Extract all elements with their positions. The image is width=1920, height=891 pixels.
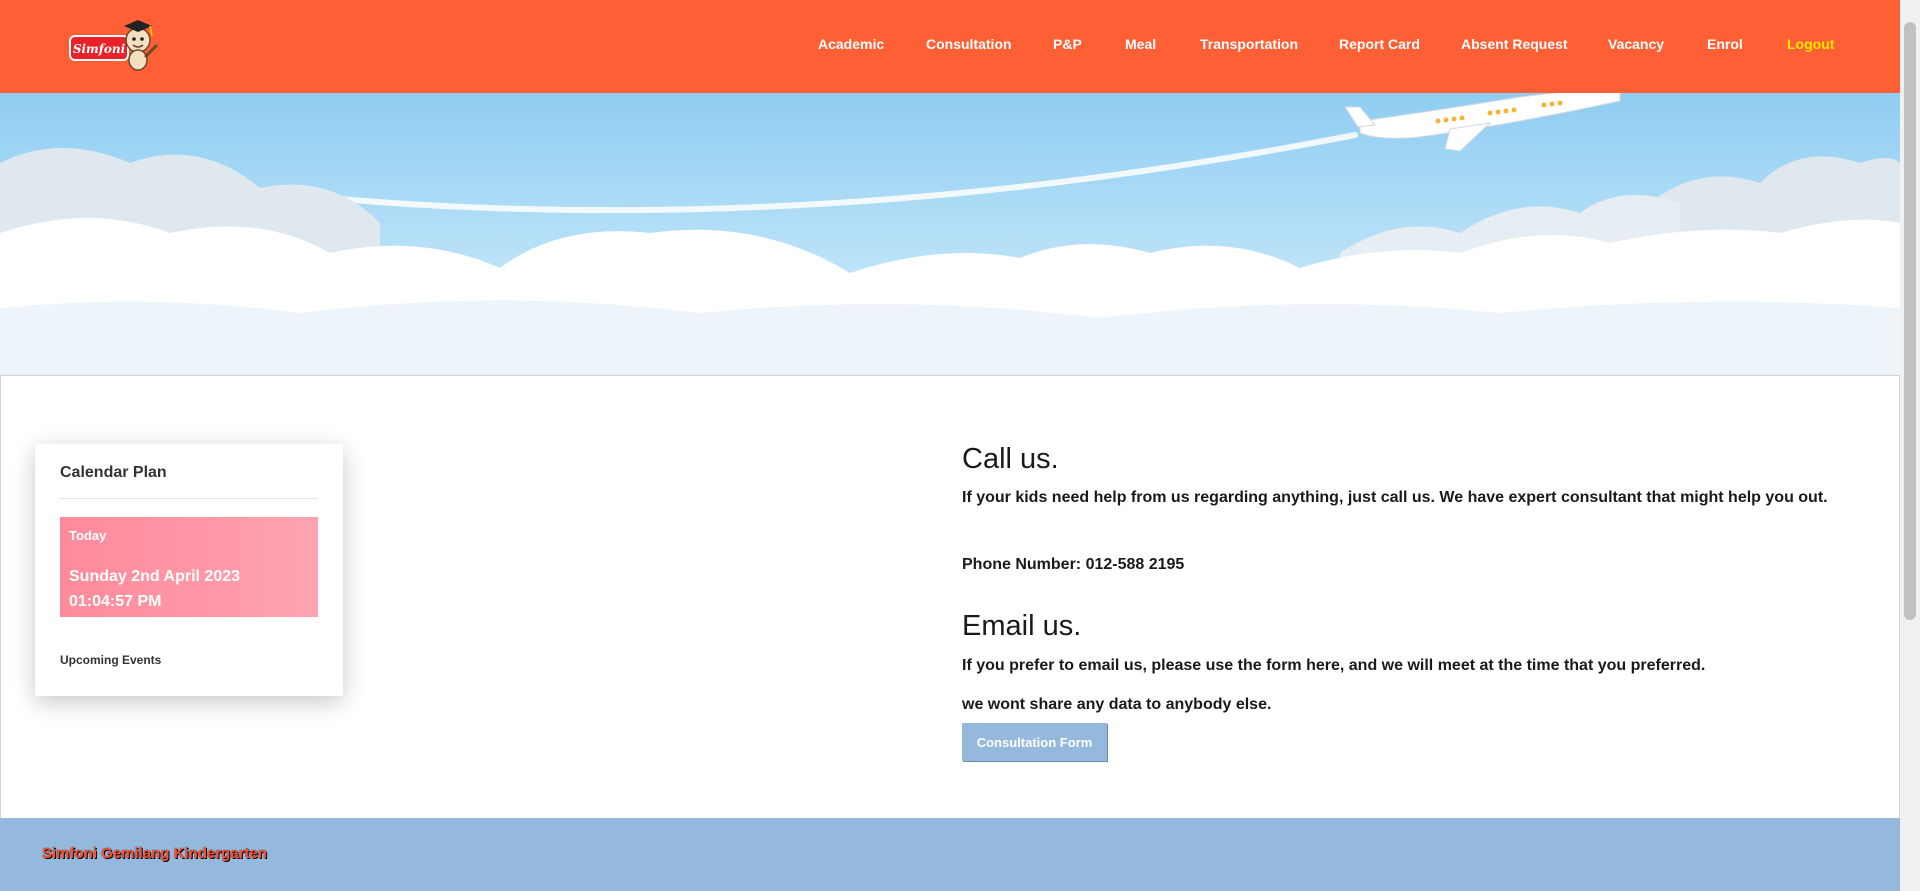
email-text: If you prefer to email us, please use th…	[962, 657, 1706, 674]
today-date: Sunday 2nd April 2023	[69, 568, 241, 585]
today-time: 01:04:57 PM	[69, 593, 162, 610]
email-heading: Email us.	[962, 610, 1082, 642]
nav-report-card[interactable]: Report Card	[1339, 36, 1420, 52]
calendar-title: Calendar Plan	[60, 464, 167, 481]
hero-banner	[0, 93, 1900, 375]
nav-vacancy[interactable]: Vacancy	[1608, 36, 1664, 52]
nav-pp[interactable]: P&P	[1053, 36, 1082, 52]
vertical-scrollbar[interactable]	[1900, 0, 1920, 891]
nav-logout[interactable]: Logout	[1787, 36, 1834, 52]
today-box: Today Sunday 2nd April 2023 01:04:57 PM	[60, 517, 318, 617]
main-nav: Academic Consultation P&P Meal Transport…	[0, 0, 1900, 93]
today-label: Today	[69, 528, 107, 543]
divider	[60, 498, 318, 499]
phone-number: Phone Number: 012-588 2195	[962, 556, 1185, 573]
consultation-form-button[interactable]: Consultation Form	[962, 723, 1107, 761]
nav-absent-request[interactable]: Absent Request	[1461, 36, 1568, 52]
footer-brand-text: Simfoni Gemilang Kindergarten	[42, 845, 268, 862]
today-datetime: Sunday 2nd April 2023 01:04:57 PM	[69, 564, 240, 614]
site-footer: Simfoni Gemilang Kindergarten	[0, 818, 1900, 891]
nav-meal[interactable]: Meal	[1125, 36, 1156, 52]
scrollbar-thumb[interactable]	[1904, 22, 1916, 620]
upcoming-events-label: Upcoming Events	[60, 653, 162, 667]
nav-consultation[interactable]: Consultation	[926, 36, 1012, 52]
main-content: Calendar Plan Today Sunday 2nd April 202…	[0, 375, 1900, 819]
nav-academic[interactable]: Academic	[818, 36, 884, 52]
calendar-card: Calendar Plan Today Sunday 2nd April 202…	[35, 444, 343, 696]
sky-illustration	[0, 93, 1900, 375]
privacy-text: we wont share any data to anybody else.	[962, 696, 1272, 713]
nav-transportation[interactable]: Transportation	[1200, 36, 1298, 52]
nav-enrol[interactable]: Enrol	[1707, 36, 1743, 52]
site-header: Simfoni Academic Consultation P&P Meal T…	[0, 0, 1900, 93]
call-text: If your kids need help from us regarding…	[962, 489, 1828, 506]
call-heading: Call us.	[962, 443, 1059, 475]
